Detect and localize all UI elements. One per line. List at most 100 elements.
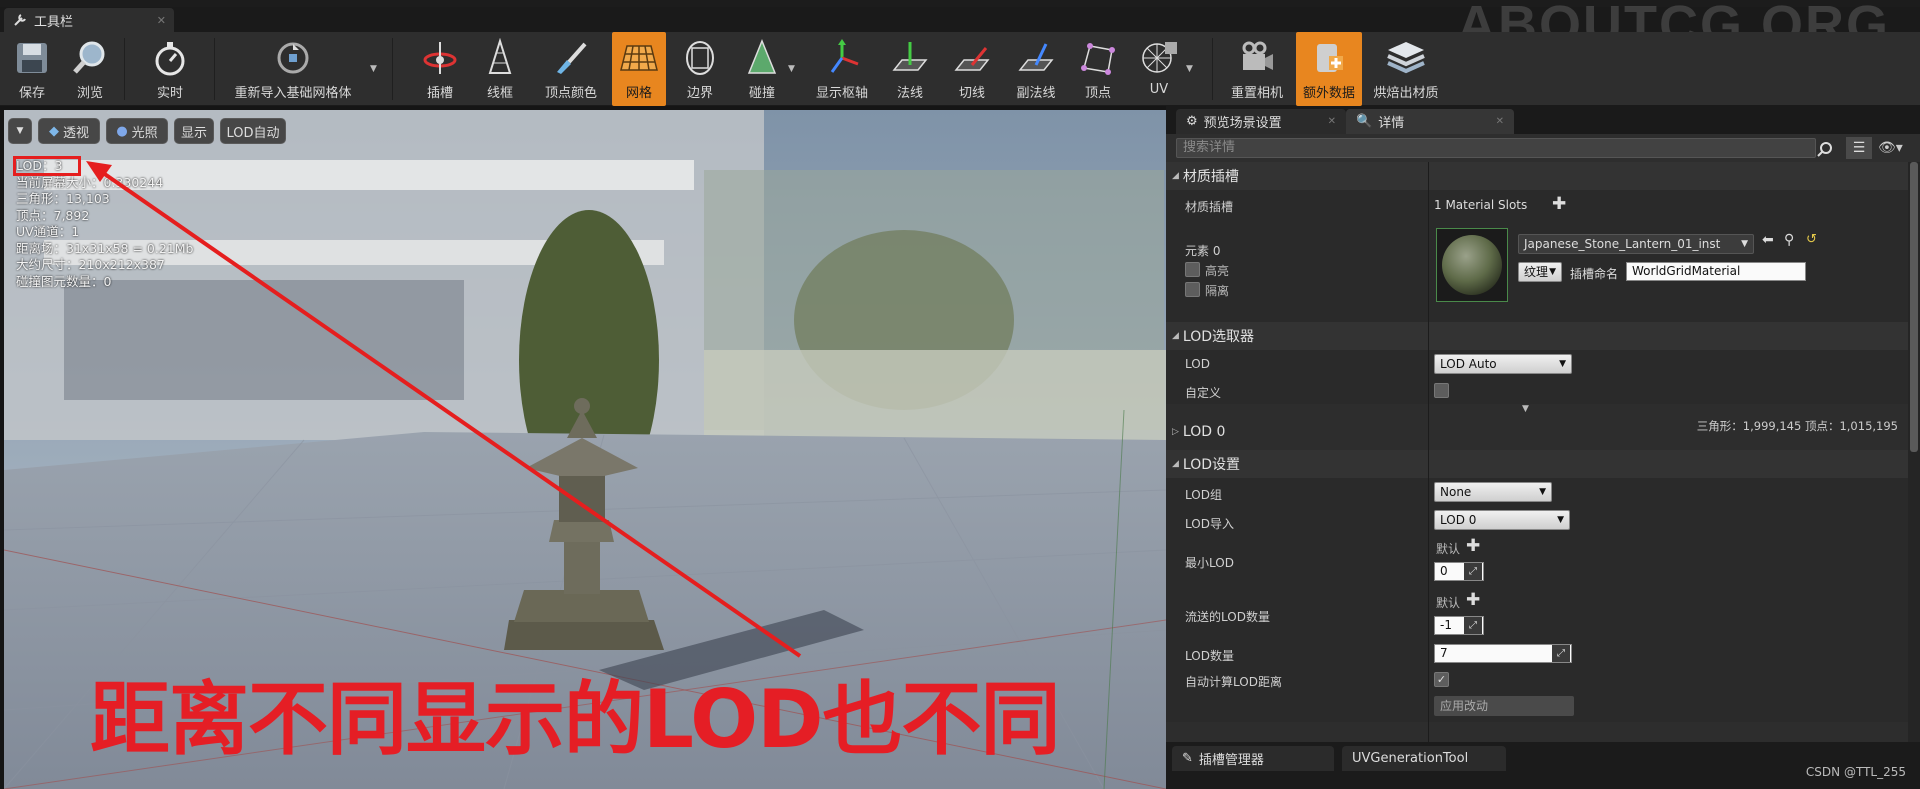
additional-data-button[interactable]: 额外数据 xyxy=(1296,32,1362,106)
row-lod-count: LOD数量 7 ⤢ xyxy=(1166,640,1908,668)
auto-lod-checkbox[interactable]: ✓ xyxy=(1434,672,1449,687)
apply-changes-button[interactable]: 应用改动 xyxy=(1434,696,1574,716)
eye-icon[interactable]: 👁▾ xyxy=(1878,137,1914,159)
normals-button[interactable]: 法线 xyxy=(884,32,936,106)
use-selected-icon[interactable]: ⬅ xyxy=(1762,232,1774,248)
perspective-button[interactable]: ◆ 透视 xyxy=(38,118,100,144)
tab-toolbar[interactable]: 工具栏 ✕ xyxy=(4,8,174,32)
reset-icon[interactable]: ↺ xyxy=(1806,232,1817,247)
add-platform-icon[interactable]: ✚ xyxy=(1466,536,1480,556)
socket-button[interactable]: 插槽 xyxy=(414,32,466,106)
socket-icon xyxy=(423,42,457,74)
row-lod-import: LOD导入 LOD 0 ▼ xyxy=(1166,508,1908,536)
pivot-icon xyxy=(830,39,859,73)
row-lod-group: LOD组 None ▼ xyxy=(1166,478,1908,508)
chevron-down-icon: ▼ xyxy=(1741,239,1748,249)
row-min-lod: 最小LOD 默认 ✚ 0 ⤢ xyxy=(1166,536,1908,588)
grid-icon xyxy=(620,45,658,71)
viewport[interactable]: ▼ ◆ 透视 ● 光照 显示 LOD自动 LOD：3 当前屏幕大小：0.330244… xyxy=(4,110,1166,789)
vertices-button[interactable]: 顶点 xyxy=(1072,32,1124,106)
category-lod-picker[interactable]: ◢ LOD选取器 xyxy=(1166,322,1908,350)
collision-button[interactable]: 碰撞 xyxy=(736,32,788,106)
camera-icon xyxy=(1242,41,1273,70)
lod-auto-button[interactable]: LOD自动 xyxy=(220,118,286,144)
browse-button[interactable]: 浏览 xyxy=(64,32,116,106)
bounds-button[interactable]: 边界 xyxy=(674,32,726,106)
realtime-button[interactable]: 实时 xyxy=(144,32,196,106)
texture-select[interactable]: 纹理 ▼ xyxy=(1518,262,1562,282)
toolbar: 保存 浏览 实时 重新导入基础网格体 ▼ 插槽 线框 顶点颜色 网格 边界 碰撞… xyxy=(0,32,1920,106)
wireframe-icon xyxy=(488,38,512,74)
close-icon[interactable]: ✕ xyxy=(1496,116,1504,127)
stat-uv-channels: UV通道：1 xyxy=(16,224,80,239)
vertex-color-button[interactable]: 顶点颜色 xyxy=(536,32,606,106)
viewport-stats: LOD：3 当前屏幕大小：0.330244 三角形：13,103 顶点：7,89… xyxy=(16,158,193,290)
binormals-icon xyxy=(1018,43,1054,71)
list-view-icon[interactable]: ☰ xyxy=(1846,137,1872,159)
chevron-down-icon: ▼ xyxy=(1539,487,1546,497)
show-button[interactable]: 显示 xyxy=(174,118,214,144)
reimport-button[interactable]: 重新导入基础网格体 xyxy=(226,32,360,106)
collision-icon xyxy=(747,39,777,74)
reimport-icon xyxy=(277,42,309,74)
stat-collision-prims: 碰撞图元数量：0 xyxy=(16,273,112,289)
reset-camera-button[interactable]: 重置相机 xyxy=(1226,32,1288,106)
save-button[interactable]: 保存 xyxy=(6,32,58,106)
row-custom: 自定义 xyxy=(1166,378,1908,404)
viewport-menu-button[interactable]: ▼ xyxy=(8,118,32,144)
tab-details[interactable]: 🔍 详情 ✕ xyxy=(1346,109,1514,134)
magnifier-icon xyxy=(73,41,105,74)
bake-materials-button[interactable]: 烘焙出材质 xyxy=(1368,32,1444,106)
category-lod-settings[interactable]: ◢ LOD设置 xyxy=(1166,450,1908,478)
credit: CSDN @TTL_255 xyxy=(1805,765,1906,779)
close-icon[interactable]: ✕ xyxy=(157,14,166,27)
highlight-checkbox[interactable] xyxy=(1185,262,1200,277)
custom-checkbox[interactable] xyxy=(1434,383,1449,398)
browse-icon[interactable]: ⚲ xyxy=(1784,232,1794,248)
scrollbar[interactable] xyxy=(1910,162,1918,452)
chevron-down-icon[interactable]: ▼ xyxy=(1186,64,1193,74)
expand-arrows-icon[interactable]: ⤢ xyxy=(1464,563,1482,580)
socket-icon: ✎ xyxy=(1182,751,1193,766)
material-select[interactable]: Japanese_Stone_Lantern_01_inst ▼ xyxy=(1518,234,1754,254)
expand-arrows-icon[interactable]: ⤢ xyxy=(1552,645,1570,662)
slot-name-input[interactable]: WorldGridMaterial xyxy=(1626,262,1806,281)
tab-uv-tool[interactable]: UVGenerationTool xyxy=(1342,746,1506,771)
pivot-button[interactable]: 显示枢轴 xyxy=(808,32,876,106)
tangents-button[interactable]: 切线 xyxy=(946,32,998,106)
editor-window: 工具栏 ✕ ABOUTCG.ORG 保存 浏览 实时 重新导入基础网格体 ▼ 插… xyxy=(0,0,1920,789)
binormals-button[interactable]: 副法线 xyxy=(1008,32,1064,106)
stat-distance-field: 距离场：31x31x58 = 0.21Mb xyxy=(16,240,194,256)
expand-arrows-icon[interactable]: ⤢ xyxy=(1464,617,1482,634)
uv-icon xyxy=(1142,42,1177,73)
add-slot-icon[interactable]: ✚ xyxy=(1552,194,1566,214)
vertices-icon xyxy=(1081,43,1115,75)
additional-data-icon xyxy=(1317,44,1343,72)
normals-icon xyxy=(892,42,928,71)
lod-select[interactable]: LOD Auto ▼ xyxy=(1434,354,1572,374)
chevron-down-icon[interactable]: ▼ xyxy=(370,64,377,74)
lod-import-select[interactable]: LOD 0 ▼ xyxy=(1434,510,1570,530)
uv-button[interactable]: UV xyxy=(1134,32,1184,106)
expand-icon[interactable]: ▼ xyxy=(1522,404,1529,414)
row-lod: LOD LOD Auto ▼ xyxy=(1166,350,1908,378)
close-icon[interactable]: ✕ xyxy=(1328,116,1336,127)
tab-preview-scene[interactable]: ⚙ 预览场景设置 ✕ xyxy=(1176,109,1346,134)
layers-icon xyxy=(1387,42,1425,74)
lighting-button[interactable]: ● 光照 xyxy=(106,118,168,144)
chevron-down-icon[interactable]: ▼ xyxy=(788,64,795,74)
category-lod0[interactable]: ▷ LOD 0 三角形：1,999,145 顶点：1,015,195 xyxy=(1166,418,1908,446)
stat-approx-size: 大约尺寸：210x212x387 xyxy=(16,257,165,272)
lod-group-select[interactable]: None ▼ xyxy=(1434,482,1552,502)
search-icon[interactable] xyxy=(1816,141,1834,157)
grid-button[interactable]: 网格 xyxy=(612,32,666,106)
panel-tabs: ⚙ 预览场景设置 ✕ 🔍 详情 ✕ xyxy=(1166,106,1920,134)
wireframe-button[interactable]: 线框 xyxy=(474,32,526,106)
category-material-slots[interactable]: ◢ 材质插槽 xyxy=(1166,162,1908,190)
isolate-checkbox[interactable] xyxy=(1185,282,1200,297)
search-input[interactable]: 搜索详情 xyxy=(1176,138,1816,158)
lighting-icon: ● xyxy=(116,123,128,139)
material-thumbnail[interactable] xyxy=(1436,228,1508,302)
tab-socket-manager[interactable]: ✎ 插槽管理器 xyxy=(1172,746,1334,771)
add-platform-icon[interactable]: ✚ xyxy=(1466,590,1480,610)
